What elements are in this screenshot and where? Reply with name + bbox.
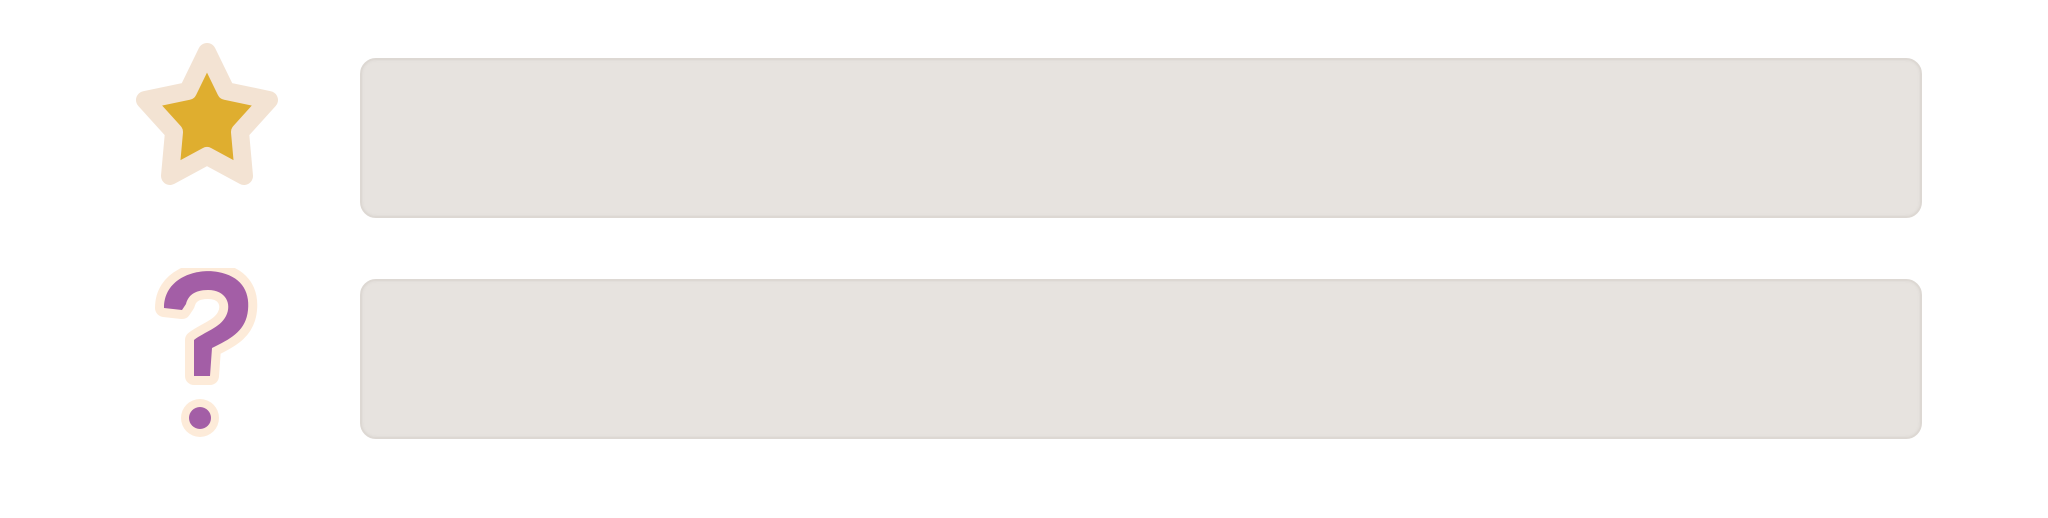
row-question: [0, 262, 2048, 462]
row-star: [0, 40, 2048, 225]
question-mark-icon: [155, 268, 258, 437]
answer-bar-2[interactable]: [360, 279, 1922, 439]
star-icon: [136, 43, 278, 185]
answer-bar-1[interactable]: [360, 58, 1922, 218]
